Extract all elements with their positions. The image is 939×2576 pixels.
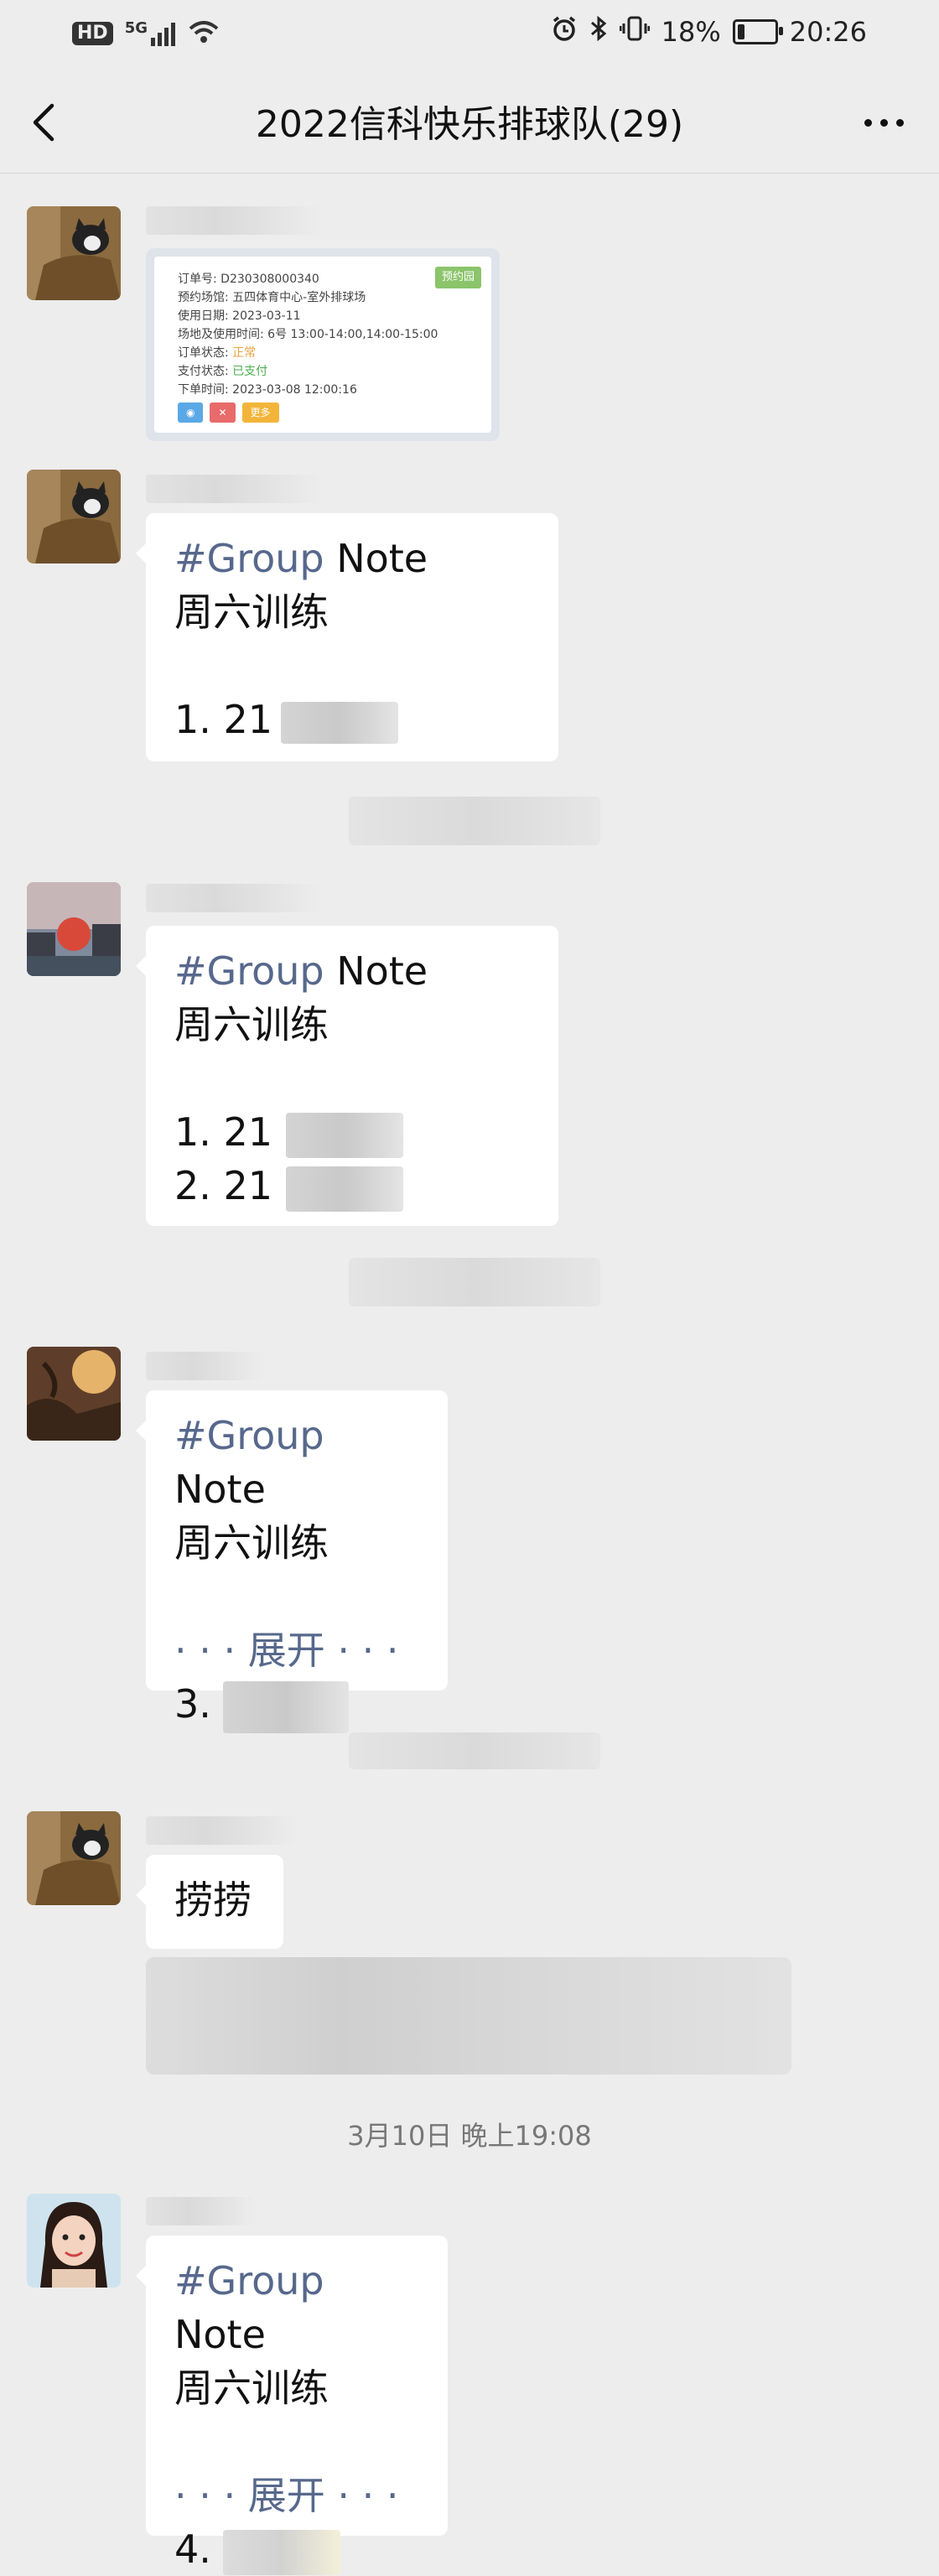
note-header: #Group Note <box>174 944 530 998</box>
group-tag[interactable]: #Group <box>174 2258 324 2303</box>
status-right: 18% 20:26 <box>551 15 867 49</box>
message-bubble[interactable]: #Group Note 周六训练 · · · 展开 · · · 4. <box>136 2236 448 2575</box>
note-word: Note <box>324 536 428 581</box>
order-placed: 下单时间: 2023-03-08 12:00:16 <box>178 383 357 397</box>
order-buttons: ◉ ✕ 更多 <box>178 402 468 423</box>
order-status: 正常 <box>232 346 257 360</box>
more-button-small: 更多 <box>241 402 279 423</box>
group-tag[interactable]: #Group <box>174 948 324 994</box>
avatar[interactable] <box>27 206 121 300</box>
close-icon: ✕ <box>210 402 236 423</box>
expand-link[interactable]: · · · 展开 · · · <box>174 2469 419 2522</box>
order-screenshot[interactable]: 订单号: D230308000340 预约园 预约场馆: 五四体育中心-室外排球… <box>146 248 500 441</box>
note-title: 周六训练 <box>174 1520 329 1566</box>
hd-badge: HD <box>72 22 113 45</box>
redacted-text <box>286 1166 404 1212</box>
note-line: 1. 21 <box>174 1105 530 1159</box>
note-line-text: 2. 21 <box>174 1163 273 1208</box>
note-word: Note <box>324 948 428 994</box>
image-message-blurred[interactable] <box>146 1957 791 2075</box>
note-header: #Group Note <box>174 1409 419 1516</box>
note-line: 1. 21 <box>174 693 530 746</box>
alarm-icon <box>551 15 578 49</box>
signal-icon <box>151 21 175 46</box>
sender-name-blurred <box>146 884 322 912</box>
expand-link[interactable]: · · · 展开 · · · <box>174 1623 419 1677</box>
sender-name-blurred <box>146 206 322 235</box>
battery-icon <box>732 19 783 44</box>
note-line-text: 1. 21 <box>174 1109 273 1155</box>
sender-name-blurred <box>146 1816 297 1845</box>
order-status-row: 订单状态: 正常 <box>178 344 468 362</box>
message-bubble[interactable]: #Group Note 周六训练 · · · 展开 · · · 3. <box>136 1390 448 1733</box>
status-bar: HD 5G 18% 20:26 <box>0 0 939 72</box>
sender-name-blurred <box>146 1352 263 1380</box>
redacted-text <box>281 701 399 744</box>
avatar[interactable] <box>27 2194 121 2288</box>
message-bubble[interactable]: 捞捞 <box>136 1855 283 1949</box>
note-header: #Group Note <box>174 2254 419 2361</box>
system-notice-blurred <box>349 797 600 845</box>
note-line: 2. 21 <box>174 1159 530 1213</box>
system-notice-blurred <box>349 1258 600 1306</box>
order-screenshot-content: 订单号: D230308000340 预约园 预约场馆: 五四体育中心-室外排球… <box>154 257 491 433</box>
battery-percent: 18% <box>661 16 721 48</box>
bluetooth-icon <box>589 15 608 49</box>
redacted-text <box>286 1112 404 1158</box>
chat-header: 2022信科快乐排球队(29) <box>0 72 939 174</box>
note-line: 4. <box>174 2522 419 2576</box>
wifi-icon <box>187 18 220 49</box>
avatar[interactable] <box>27 882 121 976</box>
order-venue: 预约场馆: 五四体育中心-室外排球场 <box>178 291 366 304</box>
note-word: Note <box>174 1467 266 1512</box>
sender-name-blurred <box>146 2197 255 2225</box>
sender-name-blurred <box>146 475 322 503</box>
note-title: 周六训练 <box>174 589 329 635</box>
note-title: 周六训练 <box>174 1002 329 1047</box>
order-badge: 预约园 <box>434 267 481 288</box>
note-word: Note <box>174 2312 266 2357</box>
view-icon: ◉ <box>178 402 204 423</box>
redacted-text <box>222 1680 349 1733</box>
note-line-text: 4. <box>174 2527 211 2572</box>
avatar[interactable] <box>27 470 121 564</box>
order-number: 订单号: D230308000340 <box>178 273 319 286</box>
more-dot-icon <box>879 118 888 127</box>
order-date: 使用日期: 2023-03-11 <box>178 309 301 323</box>
network-label: 5G <box>124 18 148 37</box>
timestamp: 3月10日 晚上19:08 <box>347 2120 592 2152</box>
vibrate-icon <box>619 15 651 49</box>
status-left: HD 5G <box>72 18 220 49</box>
more-dot-icon <box>895 118 904 127</box>
note-header: #Group Note <box>174 532 530 585</box>
note-line-text: 3. <box>174 1681 211 1727</box>
note-line-text: 1. 21 <box>174 697 273 742</box>
more-dot-icon <box>864 118 872 127</box>
message-bubble[interactable]: #Group Note 周六训练 1. 21 <box>136 513 558 761</box>
order-slot: 场地及使用时间: 6号 13:00-14:00,14:00-15:00 <box>178 328 438 341</box>
system-notice-blurred <box>349 1732 600 1769</box>
group-tag[interactable]: #Group <box>174 1413 324 1458</box>
message-bubble[interactable]: #Group Note 周六训练 1. 21 2. 21 <box>136 926 558 1226</box>
chat-title: 2022信科快乐排球队(29) <box>255 103 684 146</box>
message-text: 捞捞 <box>174 1877 252 1923</box>
clock: 20:26 <box>789 16 867 48</box>
avatar[interactable] <box>27 1347 121 1441</box>
avatar[interactable] <box>27 1811 121 1905</box>
note-title: 周六训练 <box>174 2366 329 2411</box>
more-button[interactable] <box>850 97 917 148</box>
pay-status-row: 支付状态: 已支付 <box>178 362 468 381</box>
pay-status: 已支付 <box>232 365 268 378</box>
order-status-label: 订单状态: <box>178 346 233 360</box>
group-tag[interactable]: #Group <box>174 536 324 581</box>
note-line: 3. <box>174 1677 419 1733</box>
pay-status-label: 支付状态: <box>178 365 233 378</box>
redacted-text <box>222 2529 340 2575</box>
